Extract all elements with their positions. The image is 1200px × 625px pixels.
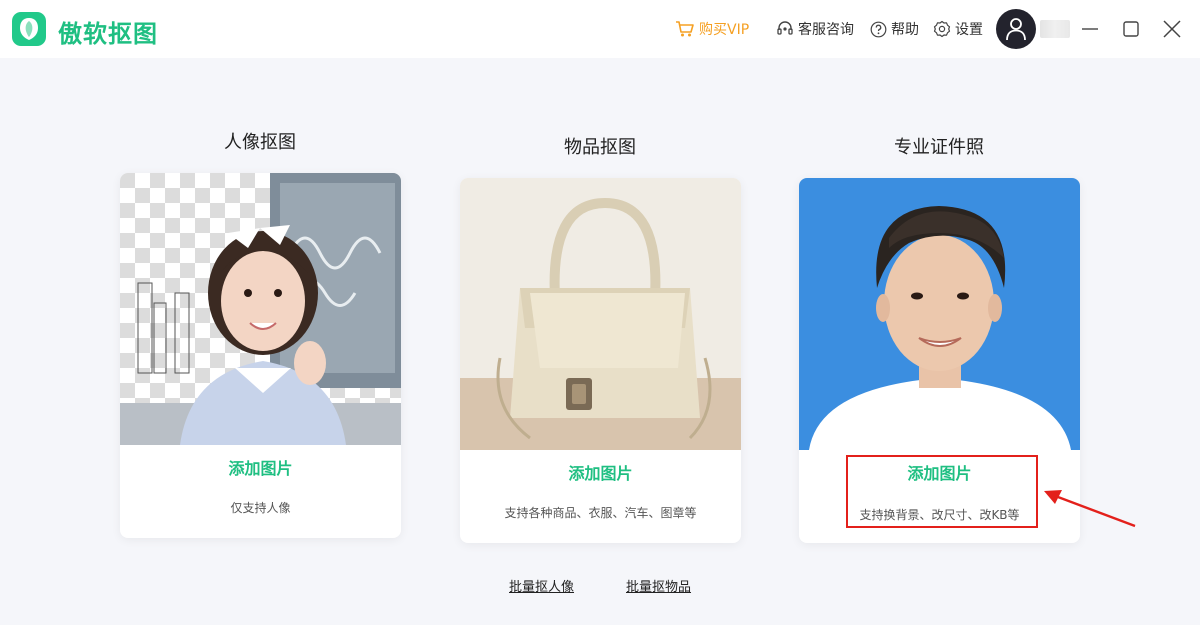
portrait-sample-image [120,173,401,445]
headset-icon [777,21,793,35]
portrait-add-image-button[interactable]: 添加图片 [120,455,401,479]
highlight-annotation-box [846,455,1038,528]
portrait-cutout-title: 人像抠图 [224,132,296,153]
help-label: 帮助 [891,22,919,38]
customer-service-button[interactable]: 客服咨询 [776,19,854,39]
customer-service-label: 客服咨询 [798,22,854,38]
object-card-description: 支持各种商品、衣服、汽车、图章等 [504,506,697,520]
settings-button[interactable]: 设置 [933,19,983,39]
object-add-image-button[interactable]: 添加图片 [460,460,741,484]
handbag-sample-image [460,178,741,450]
cart-icon [676,21,694,37]
close-button[interactable] [1160,17,1184,41]
minimize-icon [1082,28,1098,30]
buy-vip-label: 购买VIP [699,22,750,38]
batch-portrait-link[interactable]: 批量抠人像 [509,576,574,595]
username-redacted [1040,20,1070,38]
question-circle-icon [870,21,887,37]
buy-vip-button[interactable]: 购买VIP [675,19,749,39]
object-cutout-card[interactable]: 添加图片 支持各种商品、衣服、汽车、图章等 [460,178,741,543]
red-arrow-icon [1044,490,1136,528]
app-logo [12,12,46,46]
minimize-button[interactable] [1078,17,1102,41]
title-bar: 傲软抠图 购买VIP 客服咨询 帮助 设置 [0,0,1200,58]
batch-object-link[interactable]: 批量抠物品 [626,576,691,595]
gear-icon [933,20,951,38]
portrait-cutout-card[interactable]: 添加图片 仅支持人像 [120,173,401,538]
user-icon [1006,18,1026,41]
maximize-button[interactable] [1119,17,1143,41]
maximize-icon [1123,21,1139,37]
close-icon [1163,20,1181,38]
id-photo-title: 专业证件照 [894,137,984,158]
user-avatar[interactable] [996,9,1036,49]
settings-label: 设置 [955,22,983,38]
object-cutout-title: 物品抠图 [564,137,636,158]
app-title: 傲软抠图 [58,20,158,48]
id-photo-sample-image [799,178,1080,450]
help-button[interactable]: 帮助 [870,19,919,39]
portrait-card-description: 仅支持人像 [230,501,291,515]
